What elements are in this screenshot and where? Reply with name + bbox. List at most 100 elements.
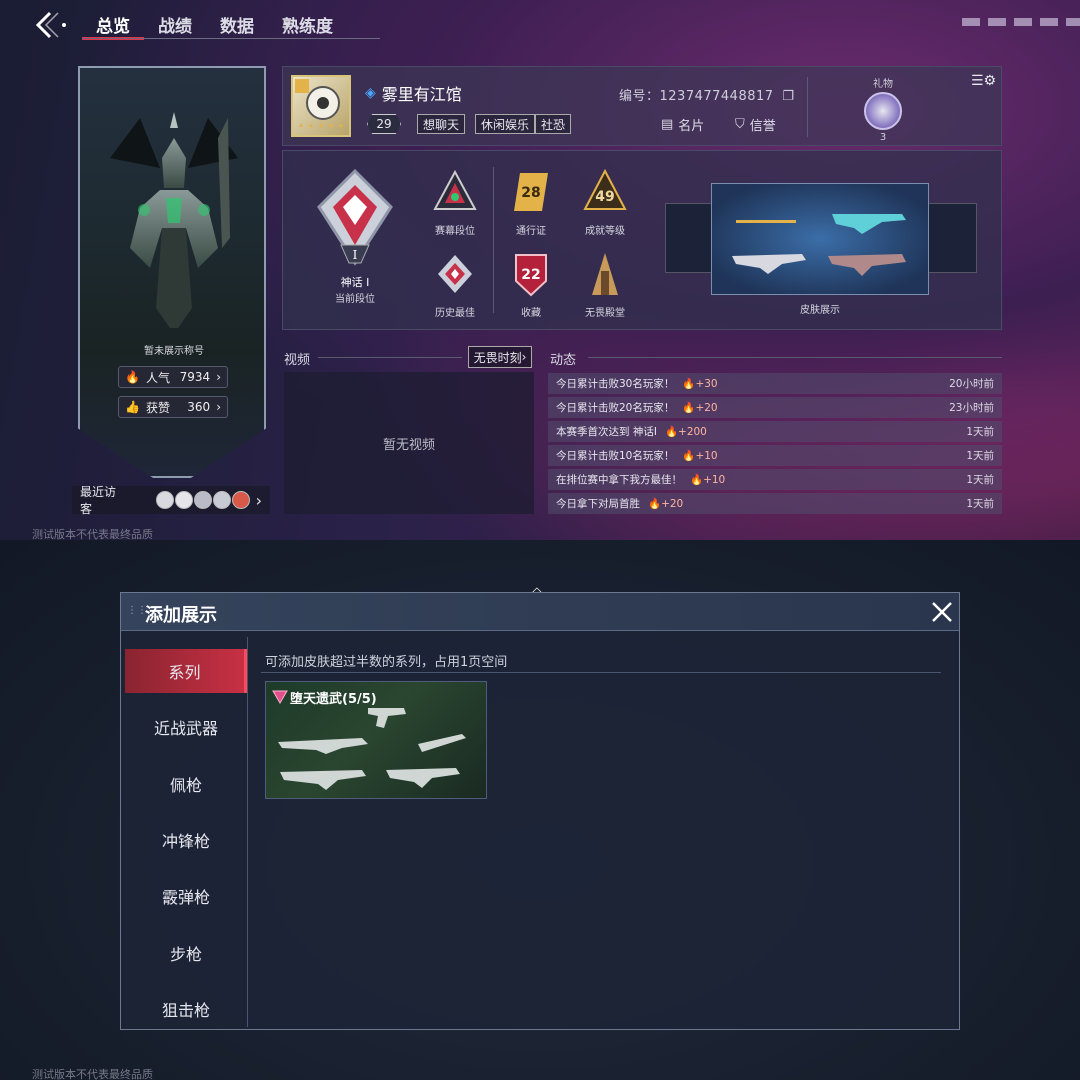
current-rank-name: 神话 I xyxy=(340,276,370,289)
category-pistol[interactable]: 佩枪 xyxy=(125,762,247,806)
chevron-right-icon: › xyxy=(255,490,262,510)
back-arrow-icon[interactable] xyxy=(28,10,68,40)
hall-label: 无畏殿堂 xyxy=(585,308,625,319)
dynamic-text: 在排位赛中拿下我方最佳！ xyxy=(556,474,682,486)
reputation-button[interactable]: ⛉ 信誉 xyxy=(735,115,776,134)
card-button-label: 名片 xyxy=(678,119,705,134)
title-placeholder: 暂未展示称号 xyxy=(144,346,204,357)
battle-pass-icon: 28 xyxy=(514,173,548,211)
tab-data[interactable]: 数据 xyxy=(206,8,268,40)
category-shotgun[interactable]: 霰弹枪 xyxy=(125,874,247,918)
skin-thumb-left xyxy=(665,203,717,273)
popularity-pill[interactable]: 🔥 人气 7934 › xyxy=(118,366,228,388)
video-title: 视频 xyxy=(284,353,311,368)
svg-text:I: I xyxy=(353,248,358,262)
dialog-header: ⋮⋮ 添加展示 xyxy=(121,593,959,631)
dynamic-text: 本赛季首次达到 神话I xyxy=(556,426,657,438)
collection[interactable]: 22 收藏 xyxy=(501,251,561,319)
category-series[interactable]: 系列 xyxy=(125,649,247,693)
dynamic-row[interactable]: 今日累计击败20名玩家！ 🔥+20 23小时前 xyxy=(548,397,1002,418)
add-display-screen: ⬦ ⋮⋮ 添加展示 系列 近战武器 佩枪 冲锋枪 霰弹枪 步枪 狙击枪 可添加皮… xyxy=(0,540,1080,1080)
skin-showcase[interactable]: 皮肤展示 xyxy=(655,169,985,317)
category-sniper[interactable]: 狙击枪 xyxy=(125,987,247,1026)
tab-record[interactable]: 战绩 xyxy=(144,8,206,40)
divider xyxy=(807,77,808,137)
category-sidebar: 系列 近战武器 佩枪 冲锋枪 霰弹枪 步枪 狙击枪 xyxy=(125,641,247,1026)
tab-overview[interactable]: 总览 xyxy=(82,8,144,40)
achievement-value: 49 xyxy=(595,189,614,205)
dynamic-row[interactable]: 今日累计击败30名玩家！ 🔥+30 20小时前 xyxy=(548,373,1002,394)
skin-main-frame xyxy=(711,183,929,295)
tabs-underline xyxy=(82,38,380,39)
hero-card[interactable]: 暂未展示称号 🔥 人气 7934 › 👍 获赞 360 › xyxy=(78,66,266,478)
visitors-label: 最近访客 xyxy=(80,485,117,516)
battle-pass[interactable]: 28 通行证 xyxy=(501,169,561,237)
dynamic-time: 20小时前 xyxy=(949,378,994,390)
fire-icon: 🔥 xyxy=(682,450,696,462)
battle-pass-label: 通行证 xyxy=(516,226,546,237)
fire-icon: 🔥 xyxy=(648,498,662,510)
valor-moments-button[interactable]: 无畏时刻 › xyxy=(468,346,532,368)
dynamic-row[interactable]: 本赛季首次达到 神话I 🔥+200 1天前 xyxy=(548,421,1002,442)
dynamic-time: 1天前 xyxy=(966,498,994,510)
hall-of-valor[interactable]: 无畏殿堂 xyxy=(575,251,635,319)
gift-widget[interactable]: 礼物 3 xyxy=(863,75,903,143)
chevron-right-icon: › xyxy=(216,400,221,414)
current-rank[interactable]: I 神话 I 当前段位 xyxy=(305,167,405,305)
player-avatar[interactable] xyxy=(291,75,351,137)
recent-visitors[interactable]: 最近访客 › xyxy=(72,485,270,516)
tab-proficiency[interactable]: 熟练度 xyxy=(268,8,347,40)
current-rank-caption: 当前段位 xyxy=(335,294,375,305)
dialog-hint: 可添加皮肤超过半数的系列，占用1页空间 xyxy=(265,655,508,670)
fire-icon: 🔥 xyxy=(690,474,704,486)
valor-moments-label: 无畏时刻 xyxy=(473,350,522,365)
test-watermark: 测试版本不代表最终品质 xyxy=(32,1068,153,1080)
fire-icon: 🔥 xyxy=(682,402,696,414)
series-card[interactable]: 堕天遗武(5/5) xyxy=(265,681,487,799)
season-rank[interactable]: 赛幕段位 xyxy=(425,169,485,237)
copy-icon[interactable]: ❐ xyxy=(782,89,794,104)
status-indicators xyxy=(962,18,1080,26)
add-display-dialog: ⋮⋮ 添加展示 系列 近战武器 佩枪 冲锋枪 霰弹枪 步枪 狙击枪 可添加皮肤超… xyxy=(120,592,960,1030)
avatar xyxy=(193,491,212,509)
achievement-icon: 49 xyxy=(583,168,627,210)
skin-thumb-right xyxy=(925,203,977,273)
dynamic-text: 今日累计击败30名玩家！ xyxy=(556,378,675,390)
reputation-button-label: 信誉 xyxy=(749,119,776,134)
category-rifle[interactable]: 步枪 xyxy=(125,931,247,975)
close-icon[interactable] xyxy=(929,599,955,625)
profile-screen: 总览 战绩 数据 熟练度 暂未展示称号 🔥 人气 7934 › 👍 获赞 360… xyxy=(0,0,1080,540)
dynamic-row[interactable]: 今日拿下对局首胜 🔥+20 1天前 xyxy=(548,493,1002,514)
drag-handle-icon[interactable]: ⋮⋮ xyxy=(127,605,147,616)
category-melee[interactable]: 近战武器 xyxy=(125,705,247,749)
dynamic-gain: +20 xyxy=(695,402,718,414)
player-id: 编号：1237477448817 ❐ xyxy=(619,85,794,104)
fire-icon: 🔥 xyxy=(125,370,140,384)
fire-icon: 🔥 xyxy=(664,426,679,438)
divider xyxy=(318,357,462,358)
dynamic-time: 1天前 xyxy=(966,474,994,486)
settings-menu-icon[interactable]: ☰⚙ xyxy=(971,73,996,89)
collection-icon: 22 xyxy=(515,254,547,297)
card-button[interactable]: ▤ 名片 xyxy=(661,115,704,134)
test-watermark: 测试版本不代表最终品质 xyxy=(32,528,153,540)
dynamic-time: 1天前 xyxy=(966,450,994,462)
tag-chat: 想聊天 xyxy=(417,114,466,134)
category-smg[interactable]: 冲锋枪 xyxy=(125,818,247,862)
popularity-value: 7934 xyxy=(179,370,211,384)
dynamic-text: 今日累计击败20名玩家！ xyxy=(556,402,675,414)
id-card-icon: ▤ xyxy=(661,117,674,132)
divider xyxy=(247,637,248,1027)
tag-shy: 社恐 xyxy=(535,114,572,134)
likes-pill[interactable]: 👍 获赞 360 › xyxy=(118,396,228,418)
dynamic-row[interactable]: 今日累计击败10名玩家！ 🔥+10 1天前 xyxy=(548,445,1002,466)
history-best[interactable]: 历史最佳 xyxy=(425,251,485,319)
collection-label: 收藏 xyxy=(521,308,541,319)
popularity-label: 人气 xyxy=(145,370,170,385)
dynamics-title: 动态 xyxy=(550,353,577,368)
rank-panel: I 神话 I 当前段位 赛幕段位 历史最佳 28 通行证 49 成就等级 22 … xyxy=(282,150,1002,330)
achievement-level[interactable]: 49 成就等级 xyxy=(575,168,635,237)
player-name: 雾里有江馆 xyxy=(381,85,462,104)
dynamic-row[interactable]: 在排位赛中拿下我方最佳！ 🔥+10 1天前 xyxy=(548,469,1002,490)
season-rank-label: 赛幕段位 xyxy=(435,226,475,237)
